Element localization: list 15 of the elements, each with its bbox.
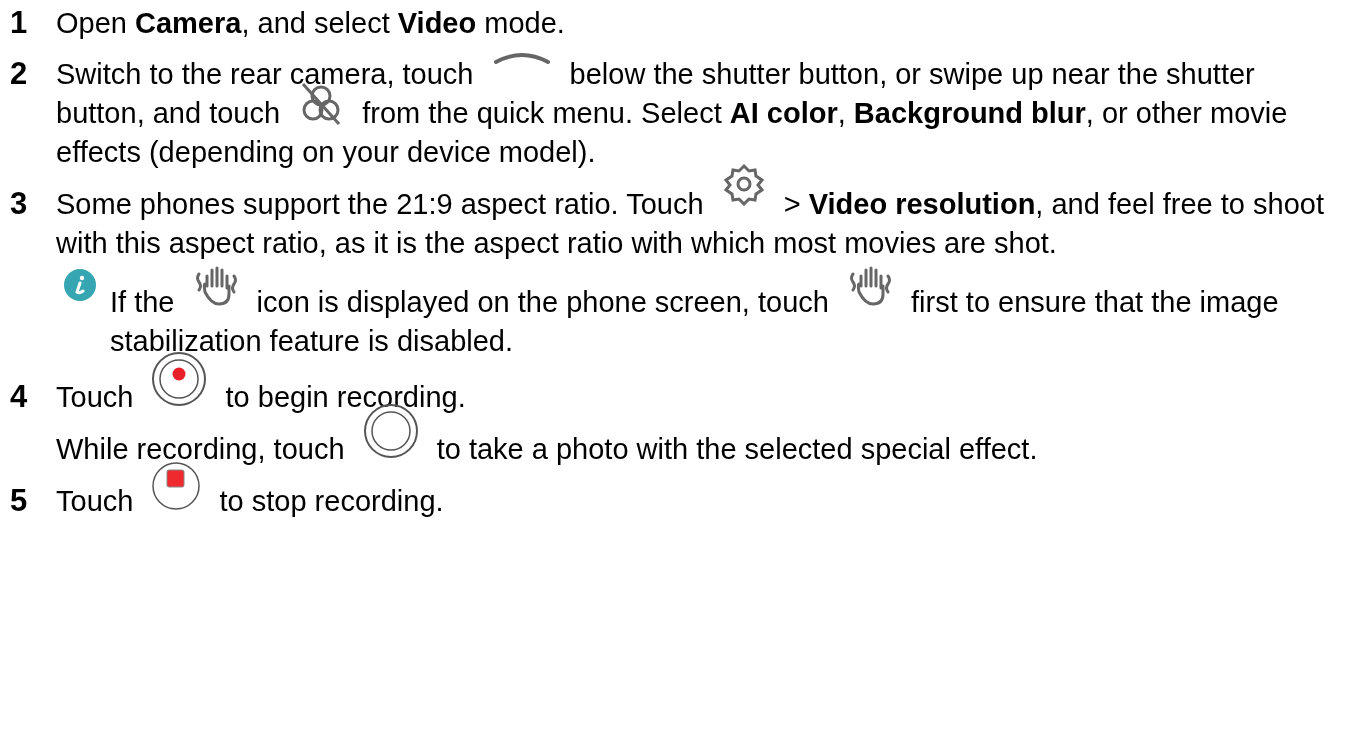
instruction-text: Switch to the rear camera, touch below the shutter button, or swipe up near the shutter button, and touch from the quick menu. Select AI color, Background blur, or other movie effects (depending on your device model). xyxy=(56,55,1340,173)
info-icon xyxy=(64,268,96,301)
gear-icon xyxy=(721,161,766,206)
instruction-text: Touch to stop recording. xyxy=(56,481,1340,522)
instruction-text: Touch to begin recording. xyxy=(56,373,1340,418)
instruction-text: Open Camera, and select Video mode. xyxy=(56,6,566,41)
step-number: 4 xyxy=(10,378,29,417)
instruction-text: Some phones support the 21:9 aspect ratio. Touch > Video resolution, and feel free to shoot with this aspect ratio, as it is the aspect ratio with which most movies are shot. xyxy=(56,184,1340,263)
instruction-text: While recording, touch to take a photo with the selected special effect. xyxy=(56,425,1340,470)
step-number: 1 xyxy=(10,4,29,42)
step-number: 5 xyxy=(10,482,29,521)
note-text: If the icon is displayed on the phone screen, touch first to ensure that the image stabilization feature is disabled. xyxy=(110,282,1340,362)
step-number: 3 xyxy=(10,184,29,223)
record-button-icon xyxy=(151,351,208,408)
step-number: 2 xyxy=(10,55,29,94)
